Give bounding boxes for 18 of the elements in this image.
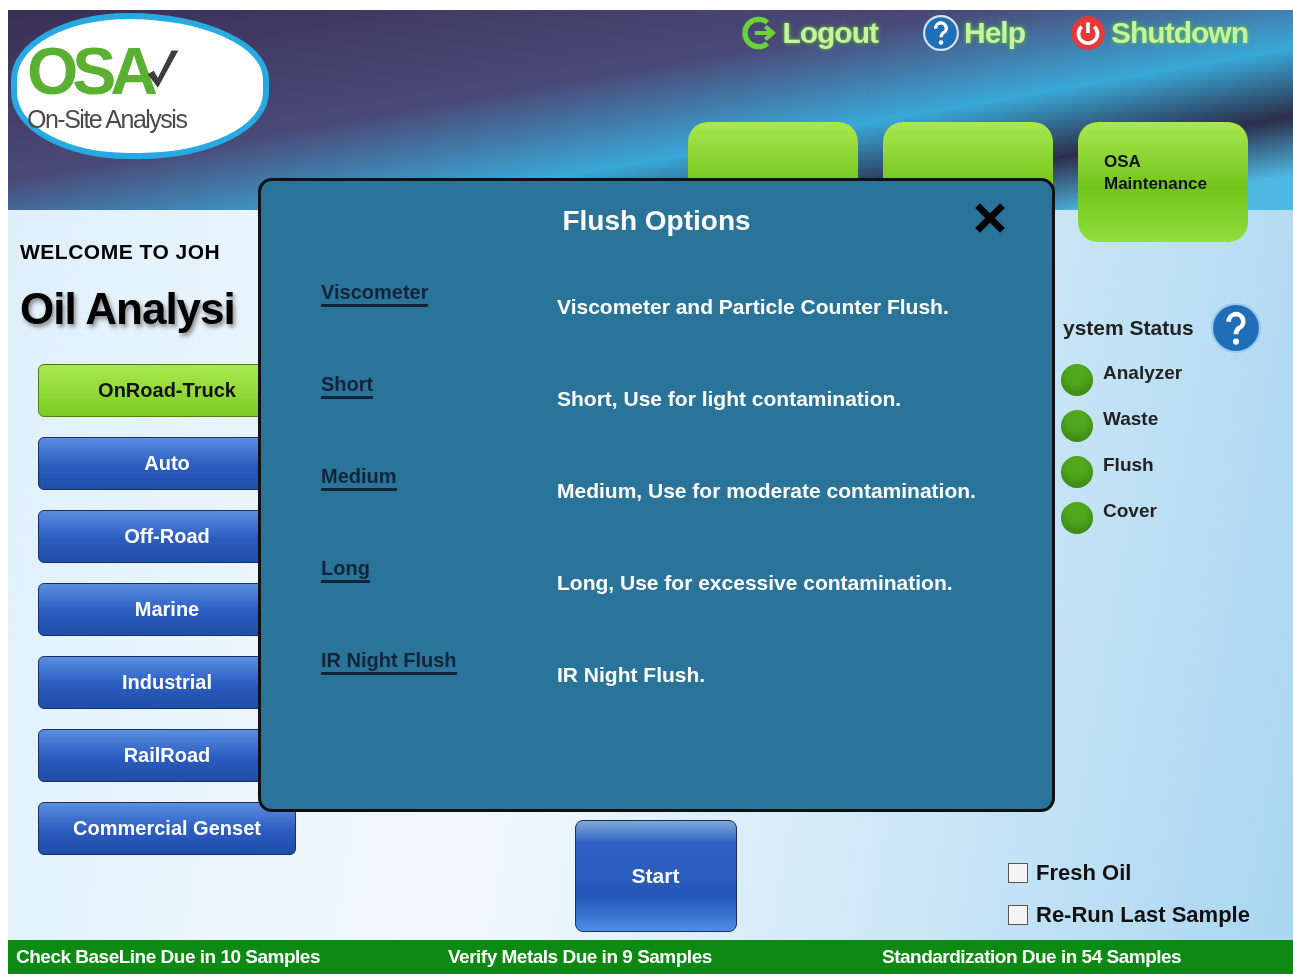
status-message: Check BaseLine Due in 10 Samples [16, 946, 321, 968]
dialog-title: Flush Options [562, 205, 751, 237]
status-label: Flush [1103, 454, 1154, 476]
welcome-text: WELCOME TO JOH [20, 240, 222, 264]
status-label: Analyzer [1103, 362, 1183, 384]
page-title: Oil Analysi [20, 284, 236, 334]
status-label: Waste [1103, 408, 1159, 430]
option-description: Viscometer and Particle Counter Flush. [557, 295, 949, 319]
option-description: Medium, Use for moderate contamination. [557, 479, 976, 503]
option-description: Short, Use for light contamination. [557, 387, 902, 411]
status-message: Standardization Due in 54 Samples [882, 946, 1182, 968]
option-description: Long, Use for excessive contamination. [557, 571, 953, 595]
status-label: Cover [1103, 500, 1157, 522]
logo-mark: OSA [27, 38, 153, 103]
logo-tagline: On-Site Analysis [27, 104, 188, 134]
system-status-title: ystem Status [1063, 316, 1194, 340]
option-description: IR Night Flush. [557, 663, 706, 687]
status-message: Verify Metals Due in 9 Samples [448, 946, 713, 968]
